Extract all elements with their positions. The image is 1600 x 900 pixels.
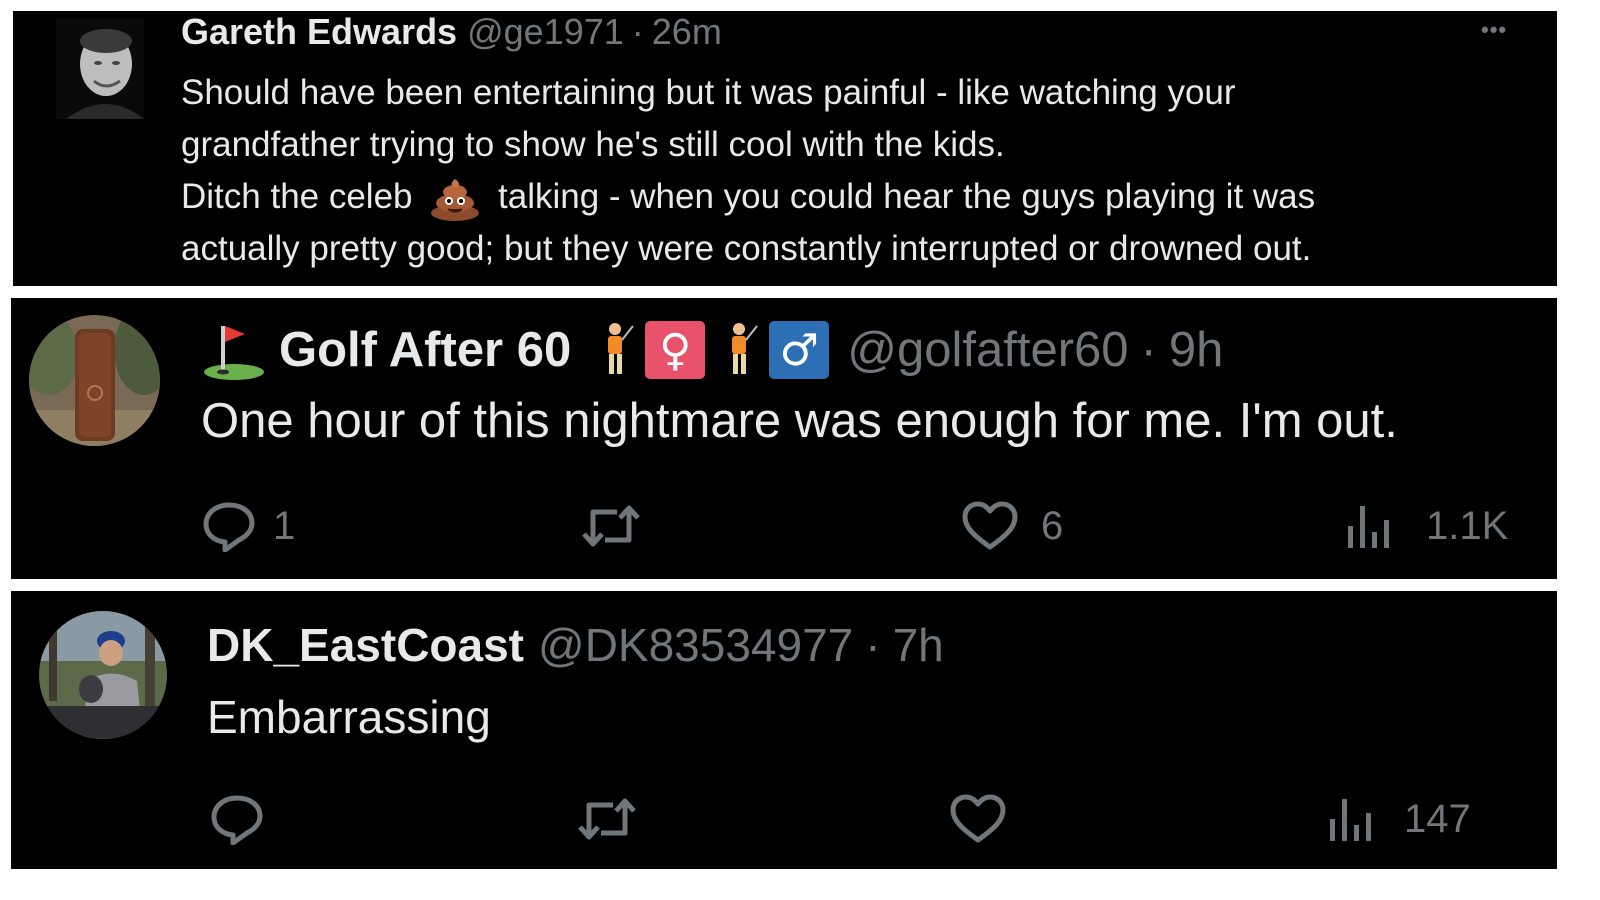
tweet-text-line: Should have been entertaining but it was… [181,73,1236,112]
golf-flag-icon [201,320,267,380]
like-button[interactable] [949,793,1007,845]
user-handle[interactable]: @ge1971 [467,11,624,53]
pile-of-poo-icon [428,177,482,221]
tweet-card-3[interactable]: DK_EastCoast @DK83534977 · 7h Embarrassi… [11,591,1557,869]
reply-button[interactable] [209,793,265,845]
reply-icon [201,500,257,552]
tweet-text-segment: talking - when you could hear the guys p… [498,177,1316,216]
user-handle[interactable]: @DK83534977 [538,618,853,672]
display-name[interactable]: DK_EastCoast [207,618,524,672]
separator-dot: · [865,619,881,671]
tweet-header: DK_EastCoast @DK83534977 · 7h [207,617,944,673]
tweet-card-2[interactable]: Golf After 60 ♀ ♂ @golfafter60 · 9h One … [11,298,1557,579]
timestamp[interactable]: 7h [893,618,944,672]
tweet-card-1[interactable]: Gareth Edwards @ge1971 · 26m ••• Should … [13,11,1557,286]
tweet-header: Golf After 60 ♀ ♂ @golfafter60 · 9h [201,318,1223,382]
avatar[interactable] [29,315,160,446]
separator-dot: · [1140,323,1157,377]
tweet-text: Embarrassing [207,691,491,743]
avatar-image [56,19,144,119]
timestamp[interactable]: 9h [1169,322,1224,378]
tweet-text-segment: Ditch the celeb [181,177,413,216]
views-button[interactable]: 1.1K [1344,500,1508,552]
heart-icon [961,500,1019,552]
tweet-header: Gareth Edwards @ge1971 · 26m [181,11,722,53]
timestamp[interactable]: 26m [652,11,722,53]
avatar-image [29,315,160,446]
retweet-icon [581,500,641,552]
golfer-icon [717,320,761,380]
male-sign-icon: ♂ [769,321,830,379]
tweet-text: Should have been entertaining but it was… [181,67,1541,275]
user-handle[interactable]: @golfafter60 [847,322,1128,378]
retweet-button[interactable] [577,793,637,845]
views-count: 147 [1404,796,1471,841]
views-button[interactable]: 147 [1326,793,1471,845]
like-count: 6 [1041,503,1064,548]
female-sign-icon: ♀ [645,321,706,379]
display-name[interactable]: Golf After 60 [279,322,571,378]
reply-count: 1 [273,503,296,548]
reply-icon [209,793,265,845]
tweet-text-line: Ditch the celeb talking - when you could… [181,171,1541,223]
avatar[interactable] [39,611,167,739]
tweet-text: One hour of this nightmare was enough fo… [201,394,1398,448]
golfer-icon [593,320,637,380]
retweet-icon [577,793,637,845]
avatar[interactable] [56,19,144,119]
separator-dot: · [631,11,644,52]
reply-button[interactable]: 1 [201,500,295,552]
display-name[interactable]: Gareth Edwards [181,11,457,53]
views-chart-icon [1344,500,1392,552]
avatar-image [39,611,167,739]
retweet-button[interactable] [581,500,641,552]
views-count: 1.1K [1426,503,1509,548]
like-button[interactable]: 6 [961,500,1063,552]
heart-icon [949,793,1007,845]
tweet-text-line: grandfather trying to show he's still co… [181,125,1005,164]
views-chart-icon [1326,793,1374,845]
more-dots-icon[interactable]: ••• [1481,17,1507,43]
tweet-text-line: actually pretty good; but they were cons… [181,229,1312,268]
